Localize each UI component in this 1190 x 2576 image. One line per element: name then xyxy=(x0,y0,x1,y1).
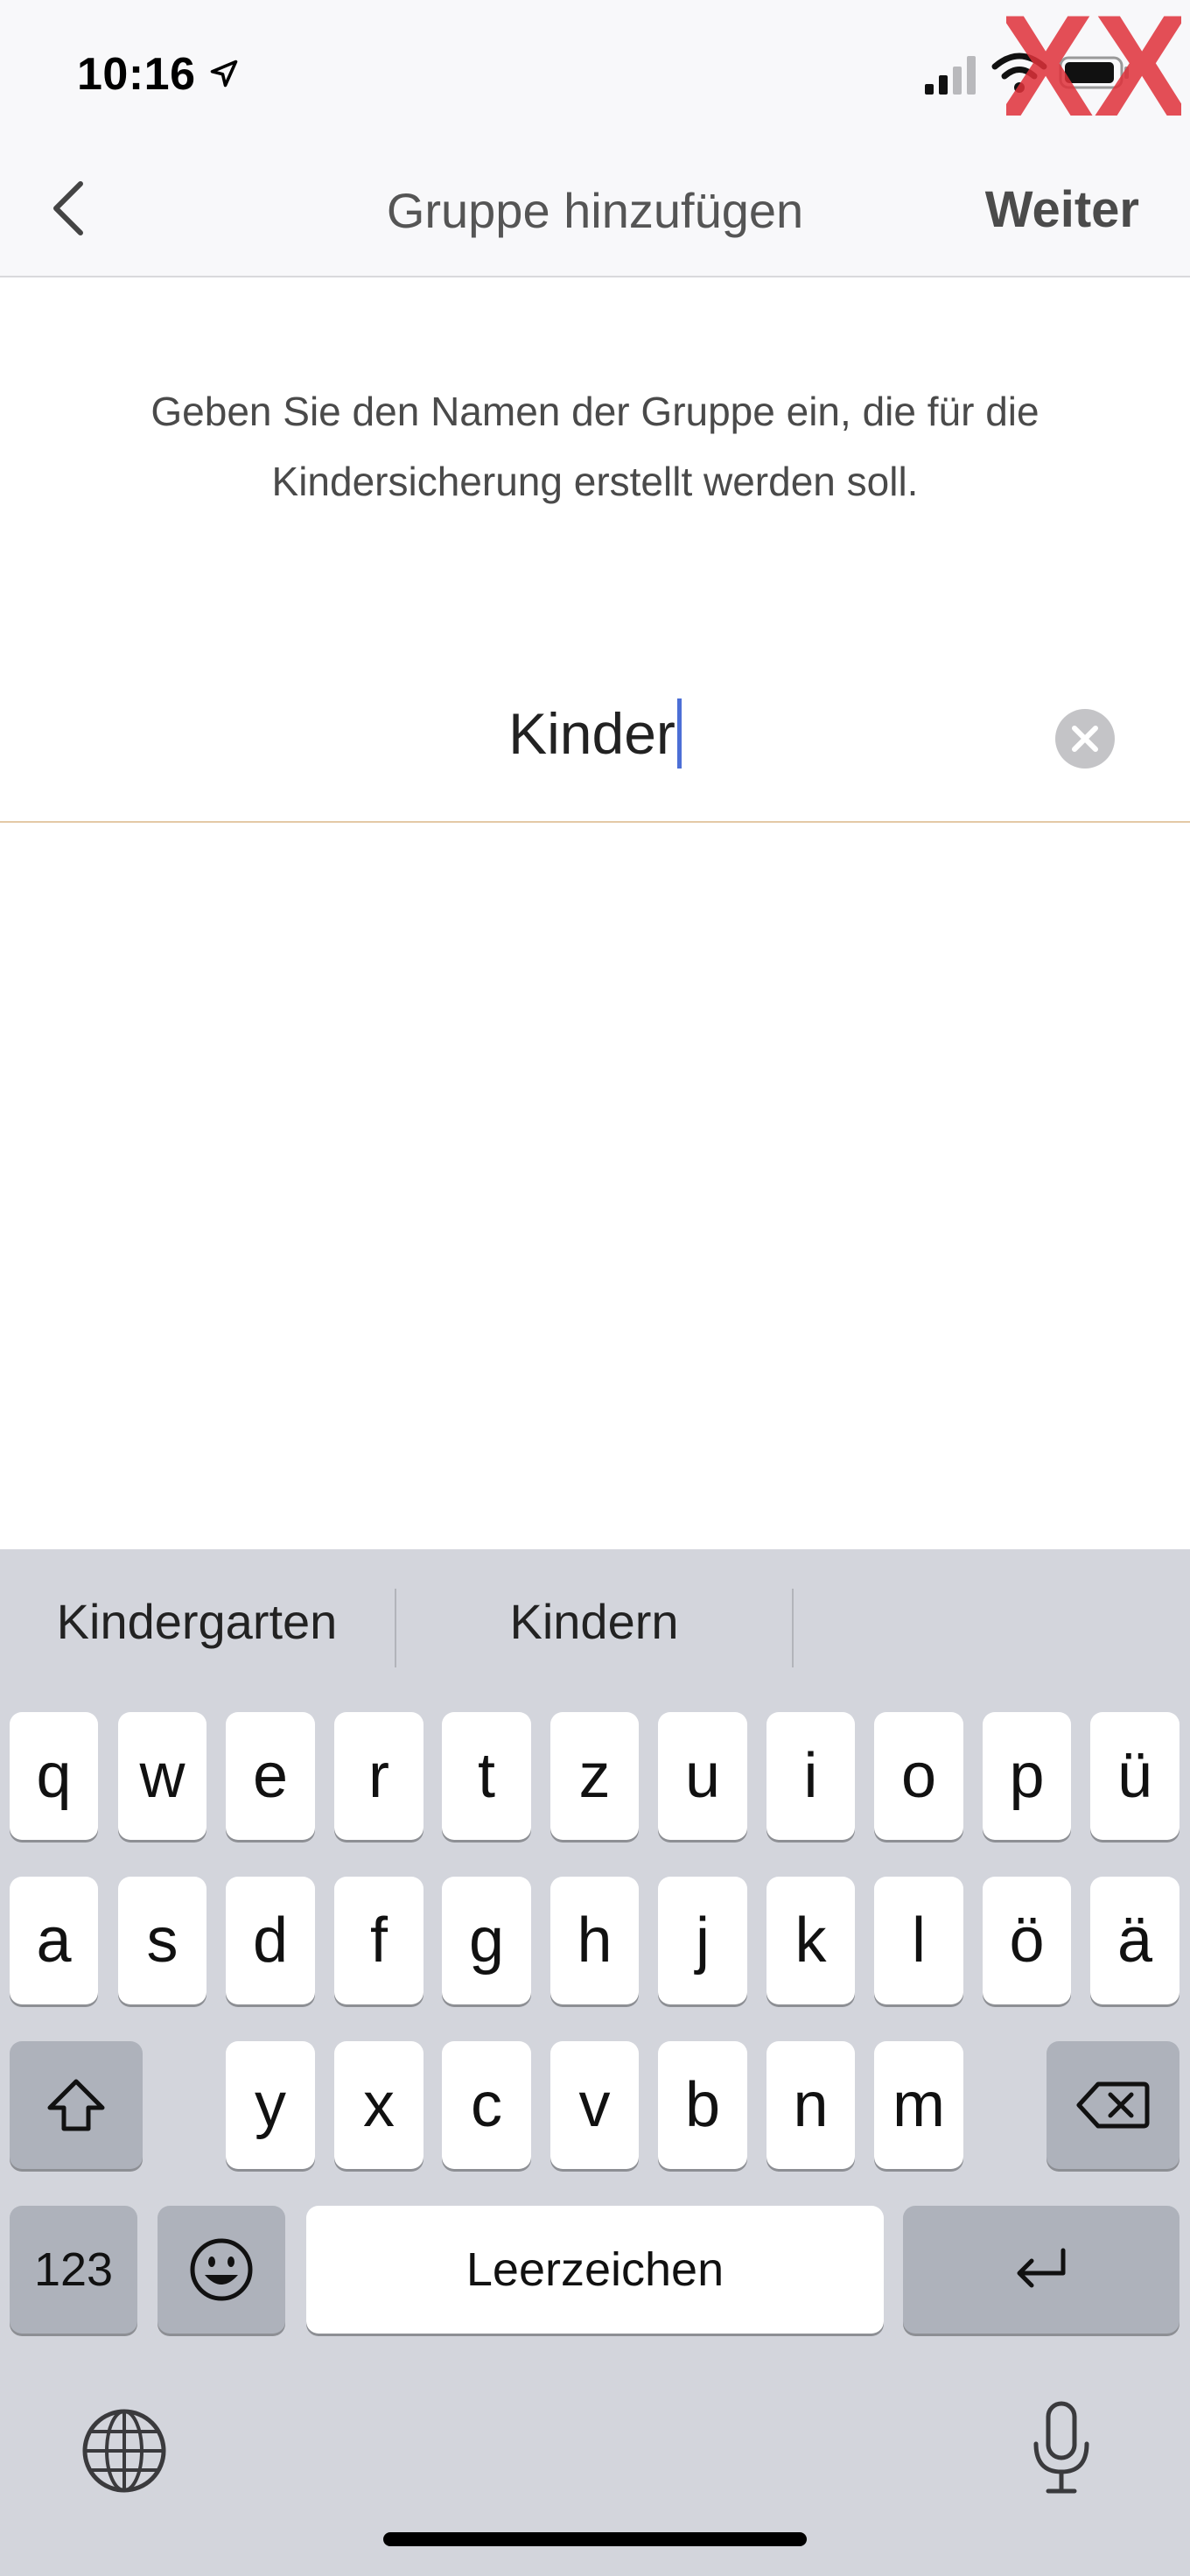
key[interactable]: q xyxy=(10,1712,98,1840)
on-screen-keyboard: Kindergarten Kindern q w e r t z u i o p… xyxy=(0,1549,1190,2576)
key[interactable]: c xyxy=(442,2041,531,2169)
return-icon xyxy=(1017,2248,1066,2288)
suggestion-bar: Kindergarten Kindern xyxy=(0,1549,1190,1707)
emoji-icon xyxy=(190,2238,253,2301)
key[interactable]: a xyxy=(10,1877,98,2004)
numbers-key[interactable]: 123 xyxy=(10,2206,137,2334)
key[interactable]: j xyxy=(658,1877,747,2004)
globe-icon[interactable] xyxy=(80,2407,168,2495)
key[interactable]: m xyxy=(874,2041,963,2169)
shift-icon xyxy=(47,2079,105,2131)
clear-text-button[interactable] xyxy=(1054,707,1116,770)
key[interactable]: z xyxy=(550,1712,639,1840)
navigation-bar: Gruppe hinzufügen Weiter xyxy=(0,140,1190,277)
key[interactable]: w xyxy=(118,1712,206,1840)
key[interactable]: o xyxy=(874,1712,963,1840)
watermark-logo: XX xyxy=(1006,9,1181,127)
key[interactable]: i xyxy=(766,1712,855,1840)
key[interactable]: l xyxy=(874,1877,963,2004)
space-key[interactable]: Leerzeichen xyxy=(306,2206,884,2334)
key[interactable]: y xyxy=(226,2041,315,2169)
location-arrow-icon xyxy=(210,60,238,88)
key[interactable]: g xyxy=(442,1877,531,2004)
next-button[interactable]: Weiter xyxy=(985,180,1139,239)
key[interactable]: e xyxy=(226,1712,315,1840)
suggestion-item[interactable]: Kindergarten xyxy=(0,1593,394,1650)
backspace-icon xyxy=(1076,2081,1150,2129)
status-bar: 10:16 XX xyxy=(0,0,1190,140)
backspace-key[interactable] xyxy=(1046,2041,1180,2169)
emoji-key[interactable] xyxy=(158,2206,285,2334)
key[interactable]: f xyxy=(334,1877,424,2004)
key[interactable]: h xyxy=(550,1877,639,2004)
key[interactable]: ü xyxy=(1090,1712,1180,1840)
key[interactable]: ä xyxy=(1090,1877,1180,2004)
shift-key[interactable] xyxy=(10,2041,143,2169)
microphone-icon[interactable] xyxy=(1031,2400,1092,2496)
group-name-field[interactable]: Kinder xyxy=(0,674,1190,823)
group-name-value: Kinder xyxy=(508,701,676,766)
home-indicator[interactable] xyxy=(383,2532,807,2546)
key[interactable]: n xyxy=(766,2041,855,2169)
group-name-input[interactable]: Kinder xyxy=(0,698,1190,774)
key[interactable]: d xyxy=(226,1877,315,2004)
key[interactable]: ö xyxy=(983,1877,1071,2004)
signal-icon xyxy=(925,56,976,95)
key[interactable]: r xyxy=(334,1712,424,1840)
key[interactable]: p xyxy=(983,1712,1071,1840)
key[interactable]: x xyxy=(334,2041,424,2169)
key[interactable]: v xyxy=(550,2041,639,2169)
key[interactable]: t xyxy=(442,1712,531,1840)
suggestion-divider xyxy=(792,1589,794,1667)
key[interactable]: u xyxy=(658,1712,747,1840)
text-caret xyxy=(676,698,682,769)
svg-text:XX: XX xyxy=(1006,9,1181,127)
status-time: 10:16 xyxy=(77,49,196,100)
key[interactable]: s xyxy=(118,1877,206,2004)
instruction-text: Geben Sie den Namen der Gruppe ein, die … xyxy=(150,389,1040,504)
suggestion-item[interactable]: Kindern xyxy=(396,1593,792,1650)
key[interactable]: k xyxy=(766,1877,855,2004)
return-key[interactable] xyxy=(903,2206,1180,2334)
key[interactable]: b xyxy=(658,2041,747,2169)
